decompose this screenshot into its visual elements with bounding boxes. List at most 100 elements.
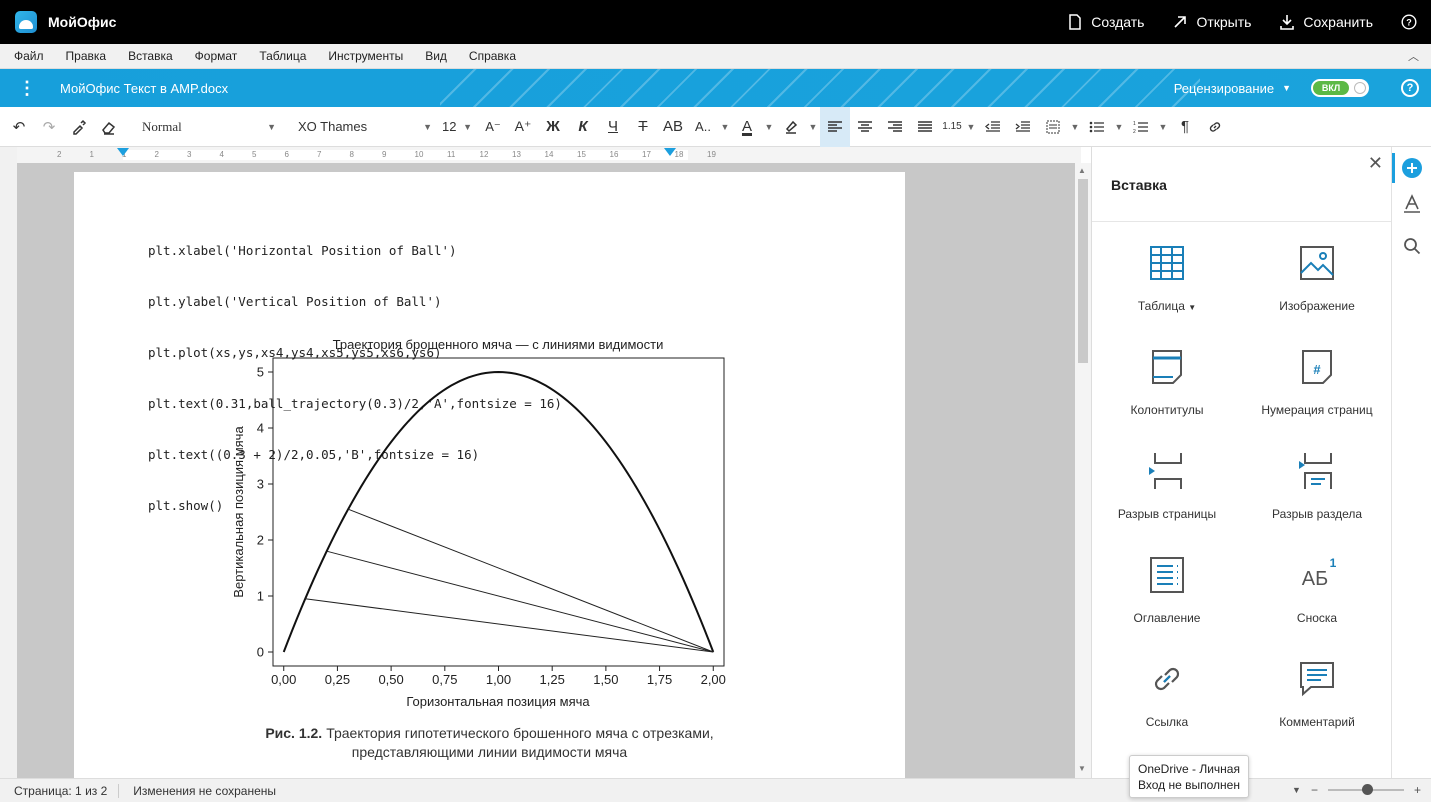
line-spacing-icon[interactable]: 1.15: [940, 107, 964, 147]
align-left-icon[interactable]: [820, 106, 850, 147]
clear-format-icon[interactable]: [94, 107, 124, 147]
font-color-icon[interactable]: A: [732, 107, 762, 147]
insert-page-numbering-button[interactable]: # Нумерация страниц: [1242, 341, 1392, 445]
menu-format[interactable]: Формат: [184, 49, 249, 63]
insert-toc-button[interactable]: Оглавление: [1092, 549, 1242, 653]
highlight-caret-icon[interactable]: ▼: [806, 107, 820, 147]
help-button[interactable]: ?: [1401, 14, 1417, 30]
menu-view[interactable]: Вид: [414, 49, 458, 63]
kebab-menu-icon[interactable]: ⋮: [18, 78, 36, 99]
menu-table[interactable]: Таблица: [248, 49, 317, 63]
zoom-slider-knob[interactable]: [1361, 784, 1373, 795]
open-button[interactable]: Открыть: [1172, 14, 1251, 30]
left-indent-marker[interactable]: [117, 148, 129, 156]
y-tick-label: 0: [257, 645, 264, 660]
x-tick-label: 1,50: [593, 672, 618, 687]
insert-image-button[interactable]: Изображение: [1242, 237, 1392, 341]
document-name[interactable]: МойОфис Текст в AMP.docx: [60, 81, 228, 96]
text-style-rail-button[interactable]: [1401, 193, 1423, 215]
search-rail-button[interactable]: [1401, 235, 1423, 257]
insert-page-break-button[interactable]: Разрыв страницы: [1092, 445, 1242, 549]
justify-icon[interactable]: [910, 107, 940, 147]
menu-tools[interactable]: Инструменты: [317, 49, 414, 63]
ruler-tick-label: 17: [642, 150, 651, 159]
toc-label: Оглавление: [1133, 611, 1201, 625]
bold-button[interactable]: Ж: [538, 107, 568, 147]
caption-line1: Траектория гипотетического брошенного мя…: [326, 725, 714, 741]
size-select[interactable]: 12 ▼: [438, 107, 478, 147]
page-numbering-icon: #: [1302, 350, 1332, 384]
bullet-list-caret-icon[interactable]: ▼: [1112, 107, 1126, 147]
indent-increase-icon[interactable]: [1008, 107, 1038, 147]
style-select[interactable]: Normal ▼: [132, 107, 282, 147]
italic-button[interactable]: К: [568, 107, 598, 147]
right-indent-marker[interactable]: [664, 148, 676, 156]
increase-font-icon[interactable]: A⁺: [508, 107, 538, 147]
save-button[interactable]: Сохранить: [1279, 14, 1373, 30]
vertical-scrollbar[interactable]: ▲ ▼: [1075, 163, 1091, 778]
document-page[interactable]: plt.xlabel('Horizontal Position of Ball'…: [74, 172, 905, 778]
close-icon[interactable]: ✕: [1368, 153, 1383, 174]
align-center-icon[interactable]: [850, 107, 880, 147]
table-label: Таблица ▼: [1137, 299, 1197, 313]
menu-insert[interactable]: Вставка: [117, 49, 184, 63]
menu-help[interactable]: Справка: [458, 49, 527, 63]
active-indicator: [1392, 153, 1395, 183]
link-label: Ссылка: [1145, 715, 1189, 729]
numbered-list-caret-icon[interactable]: ▼: [1156, 107, 1170, 147]
insert-rail-button[interactable]: [1401, 157, 1423, 179]
scroll-down-icon[interactable]: ▼: [1078, 764, 1086, 773]
menu-edit[interactable]: Правка: [55, 49, 118, 63]
caps-button[interactable]: AB: [658, 107, 688, 147]
zoom-menu-caret-icon[interactable]: ▼: [1292, 785, 1301, 795]
scroll-thumb[interactable]: [1078, 179, 1088, 363]
figure-caption: Рис. 1.2. Траектория гипотетического брош…: [74, 724, 905, 762]
strikethrough-button[interactable]: Т: [628, 107, 658, 147]
insert-section-break-button[interactable]: Разрыв раздела: [1242, 445, 1392, 549]
open-arrow-icon: [1174, 16, 1187, 28]
trajectory-curve: [282, 370, 715, 653]
insert-table-button[interactable]: Таблица ▼: [1092, 237, 1242, 341]
zoom-out-icon[interactable]: −: [1311, 783, 1318, 797]
chart-ticks: 0,00 0,25 0,50 0,75 1,00 1,25 1,50 1,75 2,00 0 1 2 3…: [257, 365, 726, 688]
undo-icon[interactable]: ↶: [4, 107, 34, 147]
insert-footnote-button[interactable]: АБ 1 Сноска: [1242, 549, 1392, 653]
decrease-font-icon[interactable]: A⁻: [478, 107, 508, 147]
format-painter-icon[interactable]: [64, 107, 94, 147]
review-toggle[interactable]: ВКЛ: [1311, 79, 1369, 97]
collapse-menu-icon[interactable]: ︿: [1408, 48, 1419, 64]
y-tick-label: 4: [257, 421, 264, 436]
bullet-list-icon[interactable]: [1082, 107, 1112, 147]
app-name: МойОфис: [48, 14, 117, 30]
font-select[interactable]: XO Thames ▼: [288, 107, 438, 147]
chart-lines: [282, 370, 715, 653]
x-tick-label: 0,25: [325, 672, 350, 687]
insert-link-button[interactable]: Ссылка: [1092, 653, 1242, 757]
zoom-slider[interactable]: [1327, 784, 1404, 795]
zoom-in-icon[interactable]: +: [1414, 783, 1421, 797]
menu-file[interactable]: Файл: [0, 49, 55, 63]
paragraph-spacing-caret-icon[interactable]: ▼: [1068, 107, 1082, 147]
pilcrow-button[interactable]: ¶: [1170, 107, 1200, 147]
more-caret-icon[interactable]: ▼: [718, 107, 732, 147]
align-right-icon[interactable]: [880, 107, 910, 147]
redo-icon[interactable]: ↷: [34, 107, 64, 147]
y-tick-label: 5: [257, 365, 264, 380]
insert-comment-button[interactable]: Комментарий: [1242, 653, 1392, 757]
hyperlink-icon[interactable]: [1200, 107, 1230, 147]
svg-text:1: 1: [1133, 121, 1136, 127]
small-caps-button[interactable]: А..: [688, 107, 718, 147]
create-button[interactable]: Создать: [1067, 14, 1144, 30]
font-color-caret-icon[interactable]: ▼: [762, 107, 776, 147]
underline-button[interactable]: Ч: [598, 107, 628, 147]
highlight-icon[interactable]: [776, 107, 806, 147]
scroll-up-icon[interactable]: ▲: [1078, 166, 1086, 175]
paragraph-spacing-icon[interactable]: [1038, 107, 1068, 147]
insert-header-footer-button[interactable]: Колонтитулы: [1092, 341, 1242, 445]
review-dropdown[interactable]: Рецензирование ▼ ВКЛ: [1174, 79, 1369, 97]
numbered-list-icon[interactable]: 12: [1126, 107, 1156, 147]
doc-help-icon[interactable]: ?: [1401, 79, 1419, 97]
indent-decrease-icon[interactable]: [978, 107, 1008, 147]
line-spacing-caret-icon[interactable]: ▼: [964, 107, 978, 147]
y-tick-label: 1: [257, 589, 264, 604]
